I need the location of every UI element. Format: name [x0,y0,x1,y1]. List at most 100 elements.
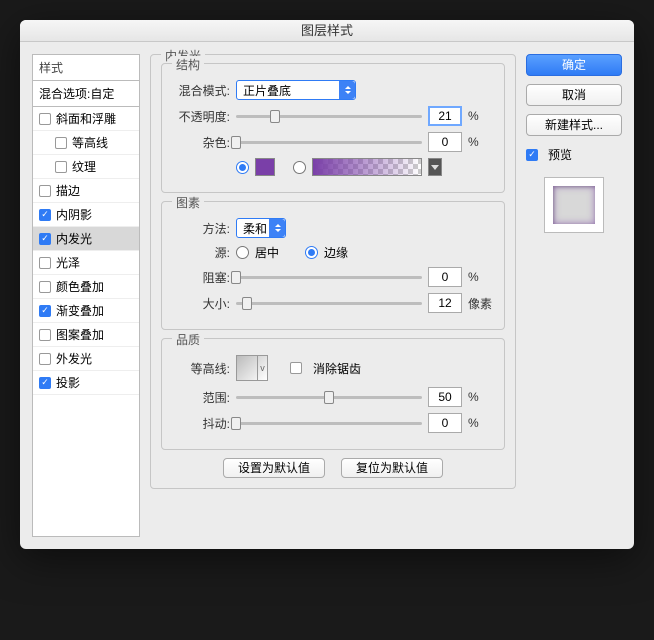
preview-box [544,177,604,233]
styles-header[interactable]: 样式 [32,54,140,81]
color-radio[interactable] [236,161,249,174]
preview-thumbnail [553,186,595,224]
method-label: 方法: [172,220,230,237]
sidebar-item[interactable]: 投影 [33,371,139,395]
sidebar-item[interactable]: 外发光 [33,347,139,371]
jitter-input[interactable]: 0 [428,413,462,433]
style-checkbox[interactable] [39,377,51,389]
sidebar-item-label: 等高线 [72,134,108,151]
sidebar-item[interactable]: 内阴影 [33,203,139,227]
source-center-radio[interactable] [236,246,249,259]
blend-mode-select[interactable]: 正片叠底 [236,80,356,100]
sidebar-item[interactable]: 纹理 [33,155,139,179]
choke-label: 阻塞: [172,269,230,286]
chevron-down-icon[interactable]: v [257,356,267,380]
sidebar-item-label: 光泽 [56,254,80,271]
range-label: 范围: [172,389,230,406]
blend-mode-value: 正片叠底 [243,82,291,99]
style-checkbox[interactable] [39,209,51,221]
source-edge-label: 边缘 [324,244,348,261]
size-label: 大小: [172,295,230,312]
styles-sidebar: 样式 混合选项:自定 斜面和浮雕等高线纹理描边内阴影内发光光泽颜色叠加渐变叠加图… [32,54,140,537]
structure-legend: 结构 [172,56,204,73]
structure-group: 结构 混合模式: 正片叠底 不透明度: 21 % 杂色: [161,63,505,193]
style-checkbox[interactable] [55,137,67,149]
contour-picker[interactable]: v [236,355,268,381]
noise-input[interactable]: 0 [428,132,462,152]
window-title: 图层样式 [20,20,634,42]
style-checkbox[interactable] [39,185,51,197]
sidebar-item-label: 颜色叠加 [56,278,104,295]
elements-legend: 图素 [172,194,204,211]
choke-input[interactable]: 0 [428,267,462,287]
style-checkbox[interactable] [39,257,51,269]
make-default-button[interactable]: 设置为默认值 [223,458,325,478]
jitter-slider[interactable] [236,415,422,431]
choke-slider[interactable] [236,269,422,285]
sidebar-item[interactable]: 等高线 [33,131,139,155]
sidebar-item-label: 外发光 [56,350,92,367]
gradient-radio[interactable] [293,161,306,174]
sidebar-item-label: 描边 [56,182,80,199]
style-checkbox[interactable] [39,329,51,341]
noise-slider[interactable] [236,134,422,150]
sidebar-item[interactable]: 光泽 [33,251,139,275]
contour-label: 等高线: [172,360,230,377]
style-checkbox[interactable] [39,281,51,293]
antialias-label: 消除锯齿 [313,360,361,377]
sidebar-item[interactable]: 颜色叠加 [33,275,139,299]
preview-checkbox[interactable] [526,149,538,161]
jitter-unit: % [468,416,494,430]
sidebar-item-label: 斜面和浮雕 [56,110,116,127]
source-edge-radio[interactable] [305,246,318,259]
gradient-preview[interactable] [312,158,422,176]
sidebar-item-label: 投影 [56,374,80,391]
sidebar-item[interactable]: 图案叠加 [33,323,139,347]
style-checkbox[interactable] [55,161,67,173]
sidebar-item-label: 渐变叠加 [56,302,104,319]
sidebar-item-label: 图案叠加 [56,326,104,343]
source-center-label: 居中 [255,244,279,261]
style-checkbox[interactable] [39,233,51,245]
choke-unit: % [468,270,494,284]
sidebar-item-label: 内阴影 [56,206,92,223]
blend-mode-label: 混合模式: [172,82,230,99]
reset-default-button[interactable]: 复位为默认值 [341,458,443,478]
sidebar-item[interactable]: 内发光 [33,227,139,251]
elements-group: 图素 方法: 柔和 源: 居中 边缘 [161,201,505,330]
cancel-button[interactable]: 取消 [526,84,622,106]
opacity-unit: % [468,109,494,123]
color-swatch[interactable] [255,158,275,176]
range-input[interactable]: 50 [428,387,462,407]
gradient-dropdown-icon[interactable] [428,158,442,176]
blend-options-row[interactable]: 混合选项:自定 [32,81,140,107]
method-select[interactable]: 柔和 [236,218,286,238]
inner-glow-panel: 内发光 结构 混合模式: 正片叠底 不透明度: 21 % [150,54,516,489]
size-slider[interactable] [236,295,422,311]
preview-label: 预览 [548,146,572,163]
opacity-slider[interactable] [236,108,422,124]
method-value: 柔和 [243,220,267,237]
sidebar-item-label: 内发光 [56,230,92,247]
new-style-button[interactable]: 新建样式... [526,114,622,136]
range-unit: % [468,390,494,404]
style-checkbox[interactable] [39,353,51,365]
style-checkbox[interactable] [39,113,51,125]
sidebar-item-label: 纹理 [72,158,96,175]
sidebar-item[interactable]: 描边 [33,179,139,203]
sidebar-item[interactable]: 斜面和浮雕 [33,107,139,131]
antialias-checkbox[interactable] [290,362,302,374]
ok-button[interactable]: 确定 [526,54,622,76]
size-unit: 像素 [468,295,494,312]
style-checkbox[interactable] [39,305,51,317]
layer-style-dialog: 图层样式 样式 混合选项:自定 斜面和浮雕等高线纹理描边内阴影内发光光泽颜色叠加… [20,20,634,549]
size-input[interactable]: 12 [428,293,462,313]
sidebar-item[interactable]: 渐变叠加 [33,299,139,323]
opacity-label: 不透明度: [172,108,230,125]
noise-label: 杂色: [172,134,230,151]
quality-group: 品质 等高线: v 消除锯齿 范围: 50 % [161,338,505,450]
range-slider[interactable] [236,389,422,405]
jitter-label: 抖动: [172,415,230,432]
opacity-input[interactable]: 21 [428,106,462,126]
source-label: 源: [172,244,230,261]
